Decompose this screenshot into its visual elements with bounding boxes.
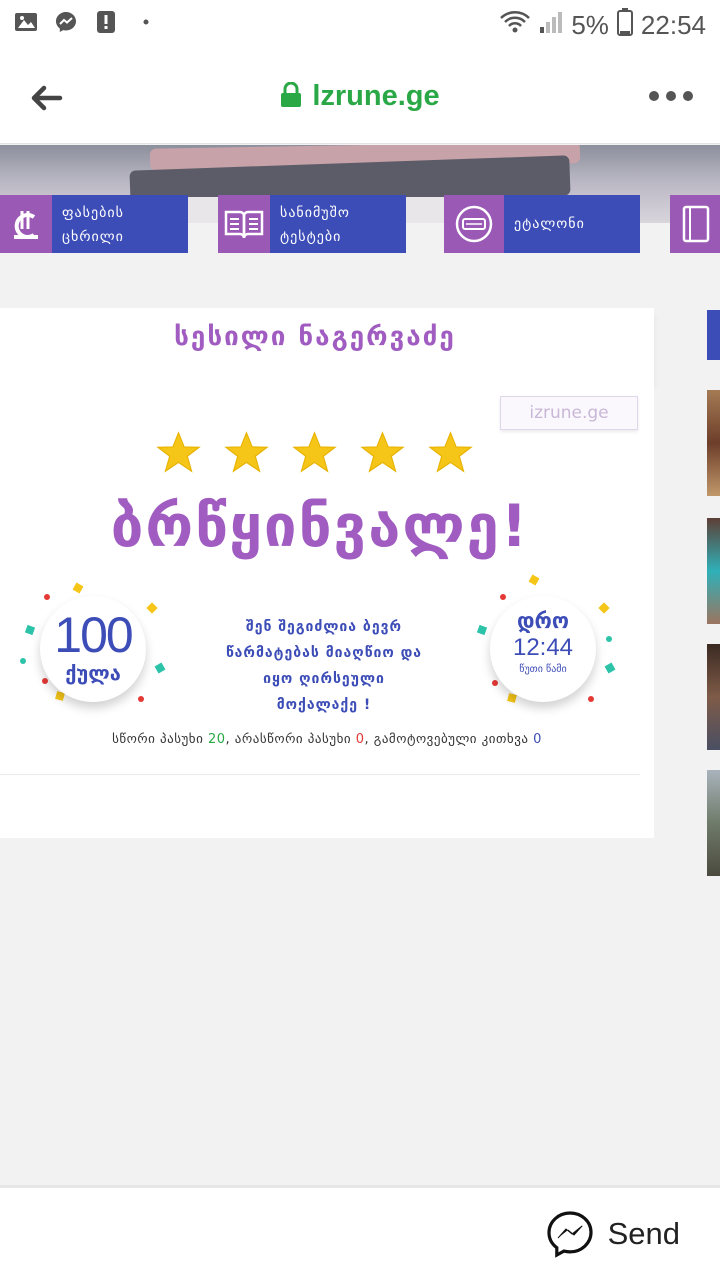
side-thumbnail[interactable] — [707, 390, 720, 496]
wifi-icon — [499, 9, 531, 42]
browser-toolbar: lzrune.ge — [0, 50, 720, 144]
dot-icon — [134, 10, 158, 34]
side-thumbnail[interactable] — [707, 644, 720, 750]
messenger-icon — [54, 10, 78, 34]
menu-tile-notebook[interactable] — [670, 195, 720, 253]
congrats-message: შენ შეგიძლია ბევრ წარმატებას მიაღწიო და … — [225, 619, 423, 713]
status-bar: 5% 22:54 — [0, 0, 720, 50]
send-bar: Send — [0, 1185, 720, 1280]
more-icon — [649, 91, 693, 101]
battery-percent: 5% — [571, 10, 609, 40]
clock: 22:54 — [640, 10, 706, 40]
confetti — [528, 574, 540, 586]
star-icon — [360, 431, 405, 473]
lock-icon — [280, 81, 302, 116]
result-card-header: სესილი ნაგერვაძე — [0, 308, 654, 382]
confetti — [20, 658, 26, 664]
star-icon — [292, 431, 337, 473]
confetti — [598, 602, 610, 614]
time-unit: წუთი წამი — [519, 664, 567, 675]
menu-tile-prices[interactable]: ფასების ცხრილი — [0, 195, 188, 253]
star-icon — [428, 431, 473, 473]
signal-icon — [539, 9, 563, 42]
side-tile[interactable] — [707, 310, 720, 360]
skipped-count: 0 — [533, 732, 542, 747]
send-label: Send — [607, 1216, 680, 1251]
confetti — [24, 624, 36, 636]
confetti — [588, 696, 594, 702]
messenger-icon — [546, 1211, 593, 1258]
correct-count: 20 — [207, 732, 226, 747]
wrong-count: 0 — [355, 732, 365, 747]
result-card: izrune.ge ბრწყინვალე! 100 ქულა შენ შეგიძ… — [0, 382, 654, 838]
time-label: დრო — [517, 609, 569, 633]
watermark: izrune.ge — [500, 396, 638, 430]
send-button[interactable]: Send — [546, 1210, 680, 1258]
star-icon — [156, 431, 201, 473]
confetti — [476, 624, 488, 636]
confetti — [154, 662, 166, 674]
menu-tile-sample-tests[interactable]: სანიმუშო ტესტები — [218, 195, 406, 253]
url-text: lzrune.ge — [312, 80, 440, 112]
alert-icon — [94, 10, 118, 34]
more-menu-button[interactable] — [648, 86, 694, 106]
side-thumbnail[interactable] — [707, 518, 720, 624]
confetti — [492, 680, 498, 686]
student-name: სესილი ნაგერვაძე — [174, 322, 456, 352]
confetti — [72, 582, 84, 594]
lari-icon — [0, 195, 52, 253]
menu-tile-label: ფასების ცხრილი — [52, 195, 188, 253]
score-unit: ქულა — [65, 661, 121, 685]
answer-summary: სწორი პასუხი 20, არასწორი პასუხი 0, გამო… — [112, 732, 542, 747]
confetti — [146, 602, 158, 614]
time-value: 12:44 — [512, 634, 574, 661]
rating-stars — [156, 430, 473, 475]
image-icon — [14, 10, 38, 34]
confetti — [604, 662, 616, 674]
side-thumbnail[interactable] — [707, 770, 720, 876]
battery-icon — [616, 8, 633, 43]
menu-tile-label: ეტალონი — [504, 195, 640, 253]
time-badge: დრო 12:44 წუთი წამი — [490, 596, 596, 702]
divider — [0, 774, 640, 775]
menu-tile-etalon[interactable]: ეტალონი — [444, 195, 640, 253]
star-icon — [224, 431, 269, 473]
diploma-icon — [444, 195, 504, 253]
confetti — [606, 636, 612, 642]
confetti — [138, 696, 144, 702]
menu-tile-label: სანიმუშო ტესტები — [270, 195, 406, 253]
result-headline: ბრწყინვალე! — [110, 492, 530, 560]
score-badge: 100 ქულა — [40, 596, 146, 702]
address-bar[interactable]: lzrune.ge — [0, 80, 720, 116]
notebook-icon — [670, 195, 720, 253]
book-icon — [218, 195, 270, 253]
score-value: 100 — [54, 607, 133, 663]
